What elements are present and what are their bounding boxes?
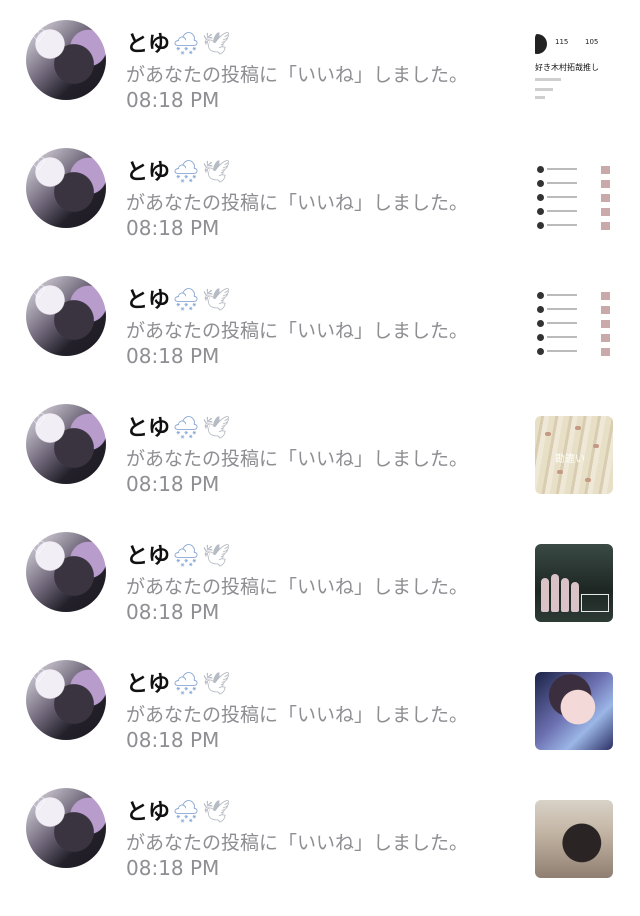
user-name[interactable]: とゆ🌨🕊	[126, 666, 230, 698]
user-name-text: とゆ	[126, 672, 171, 697]
user-name[interactable]: とゆ🌨🕊	[126, 794, 230, 826]
post-thumbnail[interactable]	[535, 800, 613, 878]
user-name-text: とゆ	[126, 32, 171, 57]
snow-cloud-icon: 🌨	[172, 672, 200, 697]
album-logo	[581, 594, 609, 612]
snow-cloud-icon: 🌨	[172, 416, 200, 441]
timestamp: 08:18 PM	[126, 344, 220, 368]
timestamp: 08:18 PM	[126, 600, 220, 624]
notification-message: があなたの投稿に「いいね」しました。	[126, 192, 469, 214]
heart-icon: ♡	[30, 26, 47, 47]
notification-row[interactable]: ♡ とゆ🌨🕊 があなたの投稿に「いいね」しました。 08:18 PM	[0, 660, 640, 788]
notification-row[interactable]: ♡ とゆ🌨🕊 があなたの投稿に「いいね」しました。 08:18 PM 115 1…	[0, 20, 640, 148]
snow-cloud-icon: 🌨	[172, 160, 200, 185]
snow-cloud-icon: 🌨	[172, 544, 200, 569]
dove-icon: 🕊	[201, 416, 230, 441]
post-thumbnail[interactable]: 115 105 好き木村拓哉推し	[535, 32, 613, 110]
avatar[interactable]: ♡	[26, 532, 106, 612]
text-line	[535, 88, 553, 91]
dove-icon: 🕊	[201, 160, 230, 185]
avatar[interactable]: ♡	[26, 276, 106, 356]
user-name-text: とゆ	[126, 416, 171, 441]
profile-count: 115	[555, 38, 569, 46]
avatar[interactable]: ♡	[26, 660, 106, 740]
notification-message: があなたの投稿に「いいね」しました。	[126, 704, 469, 726]
timestamp: 08:18 PM	[126, 88, 220, 112]
notification-row[interactable]: ♡ とゆ🌨🕊 があなたの投稿に「いいね」しました。 08:18 PM 勘違い	[0, 404, 640, 532]
post-thumbnail[interactable]	[535, 672, 613, 750]
notification-message: があなたの投稿に「いいね」しました。	[126, 576, 469, 598]
post-thumbnail[interactable]	[535, 544, 613, 622]
notification-message: があなたの投稿に「いいね」しました。	[126, 832, 469, 854]
snow-cloud-icon: 🌨	[172, 800, 200, 825]
post-thumbnail[interactable]: 勘違い	[535, 416, 613, 494]
user-name[interactable]: とゆ🌨🕊	[126, 282, 230, 314]
timestamp: 08:18 PM	[126, 856, 220, 880]
notification-message: があなたの投稿に「いいね」しました。	[126, 64, 469, 86]
heart-icon: ♡	[30, 410, 47, 431]
snow-cloud-icon: 🌨	[172, 32, 200, 57]
notification-row[interactable]: ♡ とゆ🌨🕊 があなたの投稿に「いいね」しました。 08:18 PM	[0, 276, 640, 404]
dove-icon: 🕊	[201, 544, 230, 569]
heart-icon: ♡	[30, 282, 47, 303]
notification-message: があなたの投稿に「いいね」しました。	[126, 320, 469, 342]
user-name[interactable]: とゆ🌨🕊	[126, 410, 230, 442]
dove-icon: 🕊	[201, 672, 230, 697]
profile-pic	[535, 34, 547, 54]
post-thumbnail[interactable]	[535, 288, 613, 366]
dove-icon: 🕊	[201, 800, 230, 825]
profile-count: 105	[585, 38, 599, 46]
notification-row[interactable]: ♡ とゆ🌨🕊 があなたの投稿に「いいね」しました。 08:18 PM	[0, 788, 640, 916]
text-line	[535, 78, 561, 81]
heart-icon: ♡	[30, 794, 47, 815]
dove-icon: 🕊	[201, 32, 230, 57]
user-name[interactable]: とゆ🌨🕊	[126, 538, 230, 570]
user-name-text: とゆ	[126, 544, 171, 569]
avatar[interactable]: ♡	[26, 788, 106, 868]
text-line	[535, 96, 545, 99]
user-name-text: とゆ	[126, 288, 171, 313]
snow-cloud-icon: 🌨	[172, 288, 200, 313]
profile-bio: 好き木村拓哉推し	[535, 63, 599, 72]
post-thumbnail[interactable]	[535, 160, 613, 238]
avatar[interactable]: ♡	[26, 404, 106, 484]
user-name-text: とゆ	[126, 160, 171, 185]
notification-row[interactable]: ♡ とゆ🌨🕊 があなたの投稿に「いいね」しました。 08:18 PM	[0, 532, 640, 660]
avatar[interactable]: ♡	[26, 148, 106, 228]
heart-icon: ♡	[30, 666, 47, 687]
user-name[interactable]: とゆ🌨🕊	[126, 154, 230, 186]
timestamp: 08:18 PM	[126, 472, 220, 496]
dove-icon: 🕊	[201, 288, 230, 313]
user-name[interactable]: とゆ🌨🕊	[126, 26, 230, 58]
heart-icon: ♡	[30, 154, 47, 175]
timestamp: 08:18 PM	[126, 216, 220, 240]
avatar[interactable]: ♡	[26, 20, 106, 100]
user-name-text: とゆ	[126, 800, 171, 825]
notification-message: があなたの投稿に「いいね」しました。	[126, 448, 469, 470]
heart-icon: ♡	[30, 538, 47, 559]
thumbnail-caption: 勘違い	[555, 454, 585, 465]
timestamp: 08:18 PM	[126, 728, 220, 752]
notification-row[interactable]: ♡ とゆ🌨🕊 があなたの投稿に「いいね」しました。 08:18 PM	[0, 148, 640, 276]
